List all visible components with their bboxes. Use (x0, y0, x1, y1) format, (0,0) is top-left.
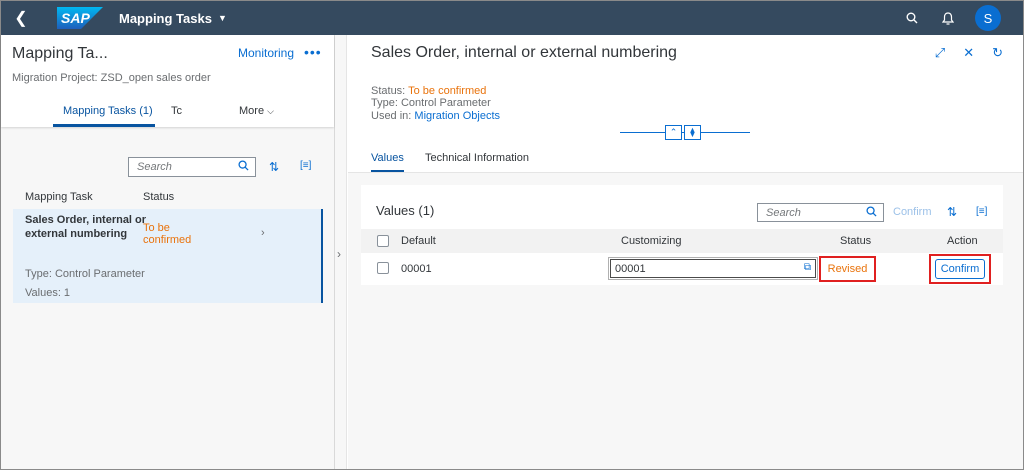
avatar[interactable]: S (975, 5, 1001, 31)
master-header: Mapping Ta... Monitoring ••• Migration P… (1, 35, 334, 127)
collapse-header-icon[interactable]: ⌃ (665, 125, 682, 140)
detail-title: Sales Order, internal or external number… (371, 44, 677, 61)
column-header-mapping-task: Mapping Task (25, 191, 93, 203)
detail-status-label: Status: (371, 85, 406, 97)
chevron-right-icon: › (261, 227, 265, 239)
pane-splitter[interactable]: › (335, 35, 347, 469)
master-tabs: Mapping Tasks (1) Tc More ⌵ (1, 97, 335, 127)
tab-more[interactable]: More ⌵ (239, 105, 274, 117)
search-placeholder: Search (137, 161, 172, 173)
confirm-highlight: Confirm (929, 254, 991, 284)
bell-icon[interactable] (939, 9, 957, 27)
master-search-input[interactable]: Search (128, 157, 256, 177)
row-checkbox[interactable] (377, 262, 389, 274)
close-icon[interactable]: ✕ (963, 45, 974, 61)
column-header-action: Action (947, 235, 978, 247)
app-title: Mapping Tasks (119, 10, 212, 26)
column-header-default: Default (401, 235, 436, 247)
column-header-customizing: Customizing (621, 235, 682, 247)
tab-technical-information[interactable]: Technical Information (425, 152, 529, 164)
confirm-button[interactable]: Confirm (935, 259, 985, 279)
customizing-input[interactable]: 00001 ⧉ (608, 257, 818, 280)
more-actions-icon[interactable]: ••• (304, 44, 322, 60)
back-icon: ❮ (14, 10, 28, 27)
search-icon[interactable] (238, 160, 249, 174)
detail-used-in-label: Used in: (371, 110, 412, 122)
monitoring-link[interactable]: Monitoring (238, 46, 294, 60)
list-item[interactable]: Sales Order, internal or external number… (13, 209, 323, 303)
app-title-menu[interactable]: Mapping Tasks ▼ (119, 11, 227, 26)
values-title: Values (1) (376, 203, 435, 218)
status-badge: Revised (819, 256, 876, 282)
list-item-title: Sales Order, internal or external number… (25, 214, 147, 240)
values-section: Values (1) Search Confirm ⇅ [≡] Default … (348, 173, 1023, 469)
logo-text: SAP (61, 10, 90, 26)
chevron-down-icon: ⌵ (267, 106, 274, 116)
tab-more-label: More (239, 105, 265, 117)
list-item-values: Values: 1 (25, 287, 71, 299)
table-row[interactable]: 00001 00001 ⧉ Revised Confirm (361, 253, 1003, 285)
list-item-status: To be confirmed (143, 222, 192, 246)
values-table-card: Values (1) Search Confirm ⇅ [≡] Default … (361, 185, 1003, 285)
values-table-header: Default Customizing Status Action (361, 229, 1003, 253)
chevron-right-icon[interactable]: › (337, 247, 341, 261)
detail-actions: ⤢ ✕ ↻ (935, 45, 1003, 61)
values-search-input[interactable]: Search (757, 203, 884, 222)
detail-status: Status: To be confirmed (371, 85, 486, 97)
search-icon[interactable] (903, 9, 921, 27)
detail-status-value: To be confirmed (408, 85, 487, 97)
column-header-status: Status (143, 191, 175, 203)
tab-truncated[interactable]: Tc (171, 105, 182, 117)
caret-down-icon: ▼ (217, 13, 227, 23)
list-item-type: Type: Control Parameter (25, 268, 145, 280)
sap-logo[interactable]: SAP (57, 7, 103, 29)
search-icon[interactable] (866, 206, 877, 220)
sort-icon[interactable]: ⇅ (947, 205, 957, 219)
detail-type: Type: Control Parameter (371, 97, 491, 109)
tab-mapping-tasks[interactable]: Mapping Tasks (1) (63, 105, 153, 117)
master-toolbar: Search ⇅ [≡] (1, 155, 335, 179)
column-header-status: Status (840, 235, 872, 247)
back-button[interactable]: ❮ (1, 8, 41, 28)
detail-used-in: Used in: Migration Objects (371, 110, 500, 122)
tab-values[interactable]: Values (371, 152, 404, 164)
refresh-icon[interactable]: ↻ (992, 45, 1003, 61)
view-settings-icon[interactable]: [≡] (976, 206, 987, 217)
search-placeholder: Search (766, 206, 801, 219)
view-settings-icon[interactable]: [≡] (300, 160, 311, 171)
fullscreen-icon[interactable]: ⤢ (935, 45, 945, 61)
header-collapse-controls: ⌃ ⧫ (665, 125, 701, 140)
master-title: Mapping Ta... (12, 45, 108, 62)
shell-bar: ❮ SAP Mapping Tasks ▼ S (1, 1, 1023, 35)
sort-icon[interactable]: ⇅ (269, 160, 279, 174)
detail-pane: Sales Order, internal or external number… (348, 35, 1023, 469)
select-all-checkbox[interactable] (377, 235, 389, 247)
value-help-icon[interactable]: ⧉ (804, 262, 811, 273)
pin-header-icon[interactable]: ⧫ (684, 125, 701, 140)
migration-objects-link[interactable]: Migration Objects (414, 110, 500, 122)
tab-underline (53, 124, 155, 127)
master-pane: Mapping Ta... Monitoring ••• Migration P… (1, 35, 335, 469)
confirm-all-button[interactable]: Confirm (893, 206, 932, 218)
master-table-header: Mapping Task Status (13, 187, 323, 209)
customizing-value: 00001 (615, 262, 646, 275)
migration-project: Migration Project: ZSD_open sales order (12, 72, 211, 84)
default-value: 00001 (401, 263, 432, 275)
